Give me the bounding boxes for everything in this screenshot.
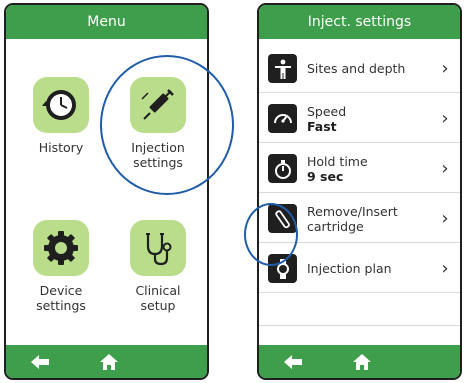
injection-plan-label: Injection plan: [307, 261, 392, 276]
remove-insert-cartridge-row[interactable]: Remove/Insert cartridge ›: [259, 195, 460, 243]
stopwatch-icon: [268, 154, 297, 183]
chevron-right-icon: ›: [441, 258, 449, 279]
home-button[interactable]: [342, 348, 382, 375]
device-settings-label: Device settings: [36, 283, 86, 313]
chevron-right-icon: ›: [441, 158, 449, 179]
speed-row[interactable]: Speed Fast ›: [259, 95, 460, 143]
clinical-setup-tile[interactable]: Clinical setup: [118, 220, 198, 313]
speedometer-icon: [268, 104, 297, 133]
history-tile[interactable]: History: [21, 77, 101, 155]
gear-icon: [33, 220, 89, 276]
arrow-left-icon: [31, 354, 49, 369]
remove-insert-cartridge-label: Remove/Insert cartridge: [307, 203, 398, 234]
sites-and-depth-label: Sites and depth: [307, 61, 406, 76]
injection-plan-row[interactable]: Injection plan ›: [259, 245, 460, 293]
menu-screen: Menu History Injection settings Device s…: [4, 3, 209, 380]
speed-label: Speed Fast: [307, 104, 434, 134]
stethoscope-icon: [130, 220, 186, 276]
speed-value: Fast: [307, 118, 337, 134]
list-divider: [259, 325, 460, 326]
body-figure-icon: [268, 54, 297, 83]
history-clock-icon: [33, 77, 89, 133]
hold-time-label: Hold time 9 sec: [307, 154, 434, 184]
cartridge-icon: [268, 204, 297, 233]
settings-footer: [259, 345, 460, 378]
injection-settings-label: Injection settings: [131, 140, 185, 170]
chevron-right-icon: ›: [441, 58, 449, 79]
injection-settings-tile[interactable]: Injection settings: [118, 77, 198, 170]
settings-header: Inject. settings: [259, 5, 460, 39]
chevron-right-icon: ›: [441, 108, 449, 129]
home-button[interactable]: [89, 348, 129, 375]
back-button[interactable]: [273, 348, 313, 375]
arrow-left-icon: [284, 354, 302, 369]
home-icon: [100, 353, 118, 370]
history-label: History: [38, 140, 84, 155]
hold-time-value: 9 sec: [307, 168, 344, 184]
hold-time-title: Hold time: [307, 153, 368, 169]
back-button[interactable]: [20, 348, 60, 375]
sites-and-depth-row[interactable]: Sites and depth ›: [259, 45, 460, 93]
watch-icon: [268, 254, 297, 283]
injection-settings-screen: Inject. settings Sites and depth › Speed…: [257, 3, 462, 380]
syringe-icon: [130, 77, 186, 133]
hold-time-row[interactable]: Hold time 9 sec ›: [259, 145, 460, 193]
home-icon: [353, 353, 371, 370]
clinical-setup-label: Clinical setup: [135, 283, 181, 313]
menu-footer: [6, 345, 207, 378]
menu-header: Menu: [6, 5, 207, 39]
speed-title: Speed: [307, 103, 347, 119]
device-settings-tile[interactable]: Device settings: [21, 220, 101, 313]
chevron-right-icon: ›: [441, 208, 449, 229]
